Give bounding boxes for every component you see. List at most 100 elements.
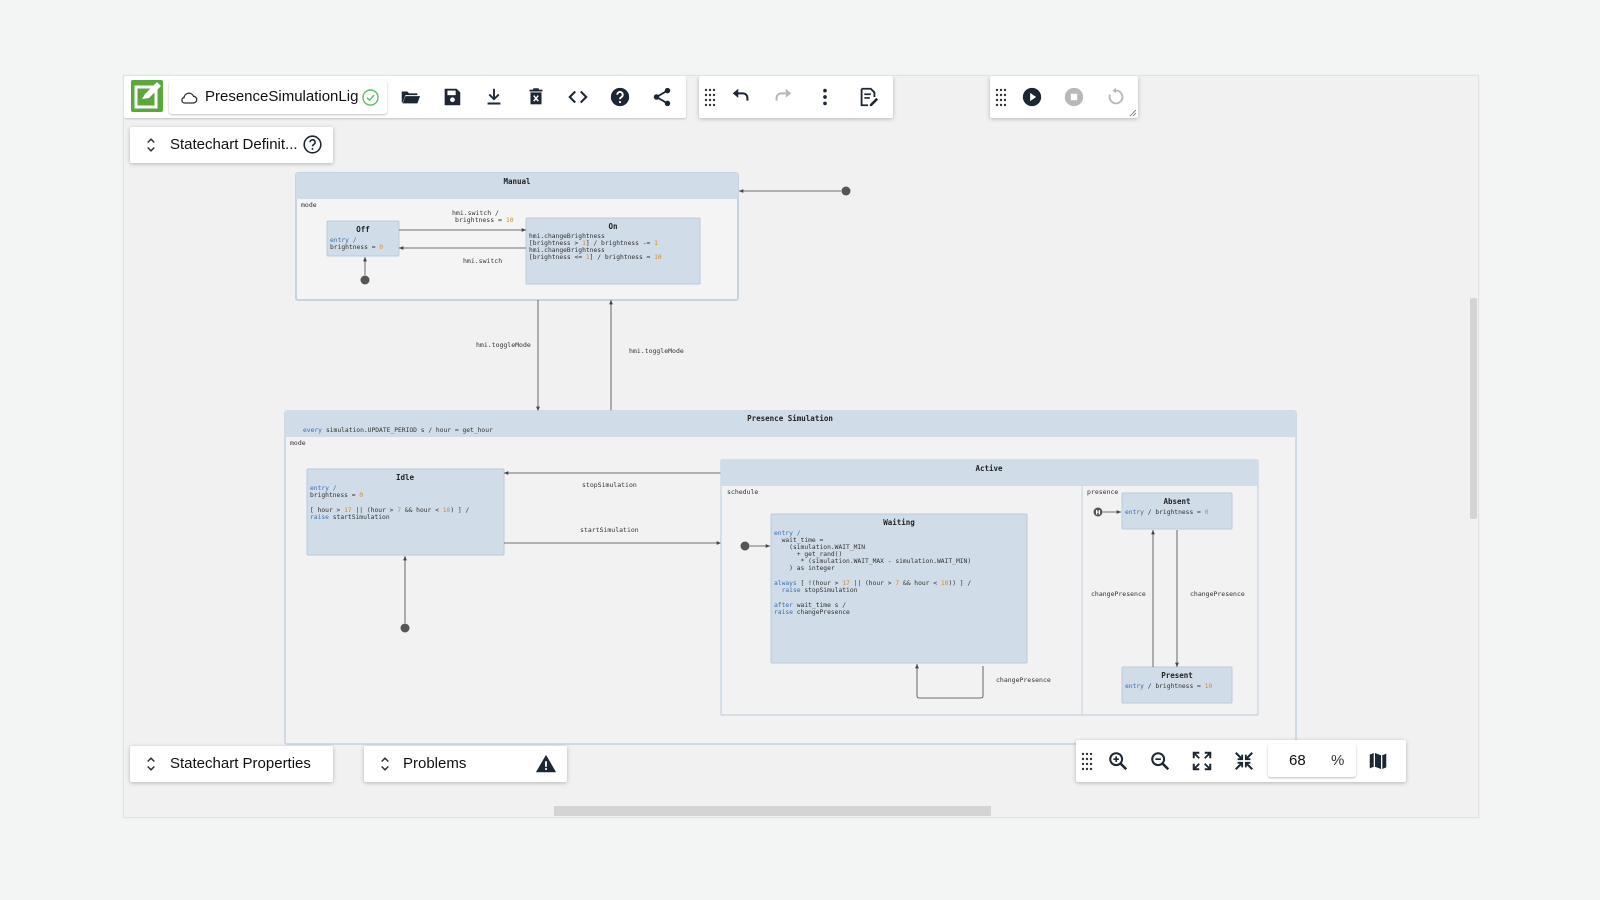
svg-text:everysimulation.UPDATE_PERIOD: every simulation.UPDATE_PERIOD s / hour =… xyxy=(303,427,493,434)
logo-icon xyxy=(131,80,163,112)
drag-handle-icon[interactable] xyxy=(1080,751,1094,771)
zoom-in-button[interactable] xyxy=(1102,745,1134,777)
reset-icon xyxy=(1108,87,1124,105)
open-button[interactable] xyxy=(394,81,426,113)
stop-button[interactable] xyxy=(1058,81,1090,113)
idle-guard-3: && hour < xyxy=(401,507,443,514)
stop-icon xyxy=(1064,87,1084,107)
fit-button[interactable] xyxy=(1186,745,1218,777)
download-button[interactable] xyxy=(478,81,510,113)
resize-handle-icon[interactable] xyxy=(1129,109,1137,117)
vertical-scrollbar[interactable] xyxy=(1470,298,1477,519)
save-button[interactable] xyxy=(436,81,468,113)
state-present[interactable]: Present entry / brightness = 10 xyxy=(1121,666,1233,704)
code-button[interactable] xyxy=(562,81,594,113)
fit-icon xyxy=(1192,751,1212,771)
minimap-button[interactable] xyxy=(1362,745,1394,777)
present-title: Present xyxy=(1161,671,1193,680)
drag-handle-icon[interactable] xyxy=(703,87,717,107)
present-code: / brightness = xyxy=(1144,683,1205,690)
idle-guard-1: [ hour > xyxy=(310,507,344,514)
problems-panel[interactable]: Problems xyxy=(364,746,567,782)
save-icon xyxy=(444,88,461,106)
more-button[interactable] xyxy=(809,81,841,113)
redo-button[interactable] xyxy=(767,81,799,113)
svg-text:entry / brightness = 0: entry / brightness = 0 xyxy=(1125,509,1209,516)
diagram-canvas[interactable]: Manual mode Off entry / brightness = 0 O… xyxy=(124,76,1478,817)
state-absent[interactable]: Absent entry / brightness = 0 xyxy=(1121,492,1233,530)
schedule-region-label: schedule xyxy=(727,488,758,496)
filename-box[interactable]: PresenceSimulationLig xyxy=(169,80,387,114)
loop-label: changePresence xyxy=(996,676,1051,684)
svg-text:after wait_time s /: after wait_time s / xyxy=(774,602,846,609)
waiting-after-kw: after xyxy=(774,602,793,609)
on-title: On xyxy=(608,222,617,231)
zoom-toolbar: 68 % xyxy=(1076,740,1406,782)
share-button[interactable] xyxy=(646,81,678,113)
transition-toggle-up[interactable]: hmi.toggleMode xyxy=(609,300,684,411)
cp-right-label: changePresence xyxy=(1190,590,1245,598)
main-toolbar: PresenceSimulationLig xyxy=(124,76,686,118)
waiting-always-kw: always xyxy=(774,580,797,587)
zoom-out-icon xyxy=(1151,752,1170,771)
waiting-always-b: || (hour > xyxy=(850,580,896,587)
help-button[interactable] xyxy=(604,81,636,113)
idle-guard-4: ) ] / xyxy=(450,507,469,514)
off-entry-kw: entry / xyxy=(330,237,357,244)
delete-button[interactable] xyxy=(520,81,552,113)
state-off[interactable]: Off entry / brightness = 0 xyxy=(326,220,400,257)
zoom-unit: % xyxy=(1331,752,1345,769)
idle-entry-num: 0 xyxy=(359,492,363,499)
svg-text:[brightness <= 1] / brightness: [brightness <= 1] / brightness = 10 xyxy=(529,254,662,261)
zoom-input[interactable]: 68 % xyxy=(1268,744,1356,777)
collapse-button[interactable] xyxy=(1228,745,1260,777)
on-line1: hmi.changeBrightness xyxy=(529,233,605,240)
toggle-down-label: hmi.toggleMode xyxy=(476,341,531,349)
share-icon xyxy=(653,87,671,107)
filename-text[interactable]: PresenceSimulationLig xyxy=(205,88,358,105)
edit-note-button[interactable] xyxy=(852,81,884,113)
drag-handle-icon[interactable] xyxy=(994,87,1008,107)
statechart-properties-panel[interactable]: Statechart Properties xyxy=(130,746,333,782)
collapse-icon xyxy=(1235,752,1253,770)
initial-manual-outer[interactable] xyxy=(739,186,851,196)
off-entry-code: brightness = xyxy=(330,244,379,251)
on-line4b: ] / brightness = xyxy=(590,254,654,261)
waiting-title: Waiting xyxy=(883,518,915,527)
off-title: Off xyxy=(356,225,370,234)
toggle-up-label: hmi.toggleMode xyxy=(629,347,684,355)
zoom-value[interactable]: 68 xyxy=(1289,752,1306,769)
waiting-raise-code: stopSimulation xyxy=(801,587,858,594)
manual-title: Manual xyxy=(503,177,530,186)
on-line2b: ] / brightness -= xyxy=(586,240,654,247)
svg-text:brightness = 0: brightness = 0 xyxy=(310,492,363,499)
horizontal-scrollbar[interactable] xyxy=(554,806,991,816)
reset-button[interactable] xyxy=(1100,81,1132,113)
idle-entry-code: brightness = xyxy=(310,492,359,499)
transition-toggle-down[interactable]: hmi.toggleMode xyxy=(476,300,540,411)
play-button[interactable] xyxy=(1016,81,1048,113)
waiting-after-code: wait_time s / xyxy=(793,602,846,609)
expand-icon[interactable] xyxy=(375,754,395,774)
statechart-properties-label: Statechart Properties xyxy=(170,755,311,772)
waiting-line4: + get_rand() xyxy=(774,551,842,558)
delete-icon xyxy=(529,88,543,105)
state-idle[interactable]: Idle entry / brightness = 0 [ hour > 17 … xyxy=(306,468,505,556)
undo-button[interactable] xyxy=(725,81,757,113)
statechart-definition-panel[interactable]: Statechart Definit... xyxy=(130,127,333,163)
expand-icon[interactable] xyxy=(141,135,161,155)
absent-num: 0 xyxy=(1205,509,1209,516)
cp-left-label: changePresence xyxy=(1091,590,1146,598)
state-waiting[interactable]: Waiting entry / wait_time = (simulation.… xyxy=(770,513,1028,664)
svg-text:entry / brightness = 10: entry / brightness = 10 xyxy=(1125,683,1212,690)
svg-text:brightness = 10: brightness = 10 xyxy=(455,216,514,224)
idle-title: Idle xyxy=(396,473,415,482)
absent-title: Absent xyxy=(1163,497,1190,506)
zoom-out-button[interactable] xyxy=(1144,745,1176,777)
help-icon xyxy=(610,87,630,107)
edit-note-icon xyxy=(860,87,879,107)
cloud-icon xyxy=(181,92,198,104)
state-on[interactable]: On hmi.changeBrightness [brightness > 1]… xyxy=(525,217,701,285)
help-outline-icon[interactable] xyxy=(302,134,323,155)
expand-icon[interactable] xyxy=(141,754,161,774)
